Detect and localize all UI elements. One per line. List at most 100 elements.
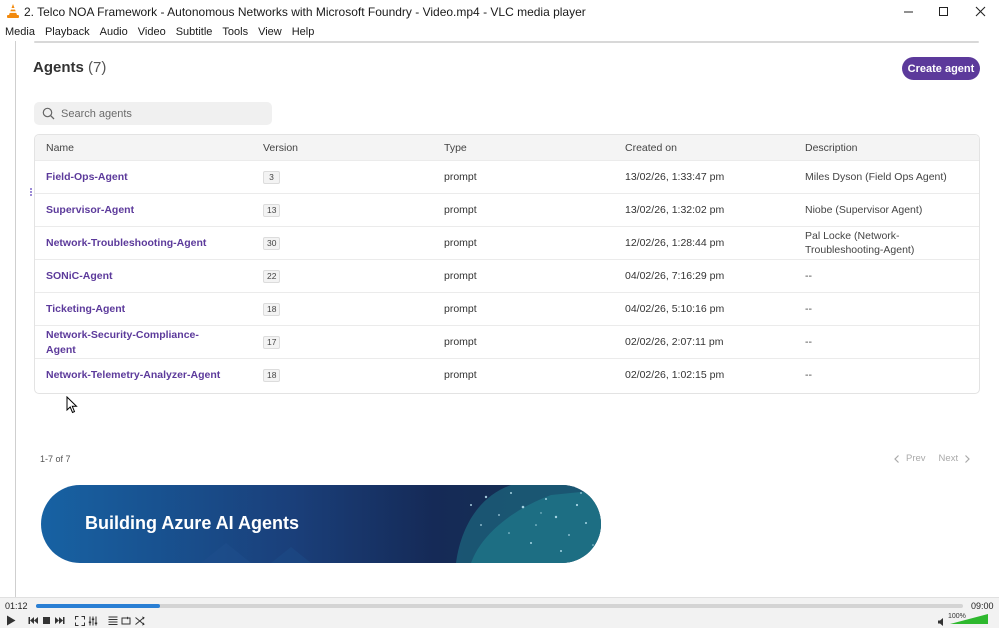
agent-name-link[interactable]: Field-Ops-Agent <box>46 170 206 185</box>
agent-description: -- <box>805 369 812 381</box>
agent-description: Miles Dyson (Field Ops Agent) <box>805 171 947 183</box>
agent-count: (7) <box>88 59 107 76</box>
next-label: Next <box>938 453 959 464</box>
menu-help[interactable]: Help <box>287 26 320 38</box>
table-row[interactable]: Supervisor-Agent 13 prompt 13/02/26, 1:3… <box>35 193 979 226</box>
agent-type: prompt <box>444 270 477 282</box>
column-created-on[interactable]: Created on <box>625 142 677 154</box>
next-page-button[interactable]: Next <box>939 453 973 464</box>
agent-type: prompt <box>444 204 477 216</box>
menu-bar: Media Playback Audio Video Subtitle Tool… <box>0 23 999 41</box>
agent-name-link[interactable]: Ticketing-Agent <box>46 302 206 317</box>
version-badge: 18 <box>263 369 281 382</box>
table-header: Name Version Type Created on Description <box>35 135 979 160</box>
agent-created-on: 13/02/26, 1:33:47 pm <box>625 171 725 183</box>
menu-media[interactable]: Media <box>0 26 40 38</box>
close-button[interactable] <box>962 0 998 23</box>
search-input[interactable]: Search agents <box>34 102 272 125</box>
column-type[interactable]: Type <box>444 142 467 154</box>
menu-tools[interactable]: Tools <box>217 26 253 38</box>
shuffle-icon <box>134 616 144 625</box>
next-button[interactable] <box>53 614 66 627</box>
menu-playback[interactable]: Playback <box>40 26 95 38</box>
maximize-button[interactable] <box>925 0 961 23</box>
agent-name-link[interactable]: Network-Troubleshooting-Agent <box>46 236 246 251</box>
agent-name-link[interactable]: Network-Security-Compliance-Agent <box>46 328 206 358</box>
window-title: 2. Telco NOA Framework - Autonomous Netw… <box>24 5 586 19</box>
equalizer-icon <box>88 616 97 625</box>
create-agent-button[interactable]: Create agent <box>902 57 980 80</box>
table-row[interactable]: Field-Ops-Agent 3 prompt 13/02/26, 1:33:… <box>35 160 979 193</box>
fullscreen-icon <box>74 615 85 626</box>
chevron-right-icon <box>965 454 970 463</box>
skip-previous-icon <box>28 617 38 624</box>
page-left-border <box>15 41 16 597</box>
current-time: 01:12 <box>5 601 28 611</box>
row-focus-marker <box>30 188 33 196</box>
prev-page-button[interactable]: Prev <box>892 453 926 464</box>
agent-description: Niobe (Supervisor Agent) <box>805 204 923 216</box>
column-name[interactable]: Name <box>46 142 74 154</box>
fullscreen-button[interactable] <box>73 614 86 627</box>
version-badge: 30 <box>263 237 281 250</box>
player-controls: 01:12 09:00 100% <box>0 597 999 628</box>
search-placeholder: Search agents <box>61 107 132 120</box>
minimize-icon <box>903 11 913 13</box>
menu-video[interactable]: Video <box>133 26 171 38</box>
chevron-left-icon <box>894 454 899 463</box>
menu-subtitle[interactable]: Subtitle <box>171 26 218 38</box>
agent-name-link[interactable]: Network-Telemetry-Analyzer-Agent <box>46 368 246 383</box>
table-row[interactable]: Network-Troubleshooting-Agent 30 prompt … <box>35 226 979 259</box>
agent-name-link[interactable]: SONiC-Agent <box>46 269 206 284</box>
prev-label: Prev <box>906 453 926 464</box>
close-icon <box>975 6 985 17</box>
agent-type: prompt <box>444 237 477 249</box>
page-heading: Agents <box>33 59 84 76</box>
mouse-cursor-icon <box>66 396 78 414</box>
volume-slider[interactable] <box>950 614 988 624</box>
version-badge: 22 <box>263 270 281 283</box>
maximize-icon <box>938 7 948 16</box>
version-badge: 18 <box>263 303 281 316</box>
agent-description: -- <box>805 303 812 315</box>
total-time: 09:00 <box>971 601 994 611</box>
agent-created-on: 04/02/26, 7:16:29 pm <box>625 270 725 282</box>
loop-icon <box>121 616 130 624</box>
version-badge: 17 <box>263 336 281 349</box>
agent-created-on: 13/02/26, 1:32:02 pm <box>625 204 725 216</box>
loop-button[interactable] <box>119 614 132 627</box>
table-row[interactable]: SONiC-Agent 22 prompt 04/02/26, 7:16:29 … <box>35 259 979 292</box>
stop-button[interactable] <box>40 614 53 627</box>
minimize-button[interactable] <box>890 0 926 23</box>
seek-bar[interactable] <box>36 604 963 608</box>
table-row[interactable]: Ticketing-Agent 18 prompt 04/02/26, 5:10… <box>35 292 979 325</box>
title-bar: 2. Telco NOA Framework - Autonomous Netw… <box>0 0 999 23</box>
agents-table: Name Version Type Created on Description… <box>34 134 980 394</box>
extended-settings-button[interactable] <box>86 614 99 627</box>
agent-type: prompt <box>444 171 477 183</box>
shuffle-button[interactable] <box>133 614 146 627</box>
pagination-range: 1-7 of 7 <box>40 454 71 464</box>
agent-description: Pal Locke (Network-Troubleshooting-Agent… <box>805 230 915 256</box>
agent-description: -- <box>805 336 812 348</box>
menu-view[interactable]: View <box>253 26 287 38</box>
menu-audio[interactable]: Audio <box>95 26 133 38</box>
agent-created-on: 02/02/26, 1:02:15 pm <box>625 369 725 381</box>
table-row[interactable]: Network-Telemetry-Analyzer-Agent 18 prom… <box>35 358 979 391</box>
table-row[interactable]: Network-Security-Compliance-Agent 17 pro… <box>35 325 979 358</box>
play-button[interactable] <box>4 614 17 627</box>
agent-type: prompt <box>444 336 477 348</box>
agent-name-link[interactable]: Supervisor-Agent <box>46 203 206 218</box>
search-icon <box>42 107 55 120</box>
speaker-icon[interactable] <box>938 618 946 626</box>
playlist-button[interactable] <box>106 614 119 627</box>
promo-banner[interactable]: Building Azure AI Agents <box>41 485 601 563</box>
page-top-divider <box>34 41 979 43</box>
agent-created-on: 12/02/26, 1:28:44 pm <box>625 237 725 249</box>
previous-button[interactable] <box>26 614 39 627</box>
agent-created-on: 02/02/26, 2:07:11 pm <box>625 336 724 348</box>
page-title: Agents (7) <box>33 59 106 76</box>
column-version[interactable]: Version <box>263 142 298 154</box>
column-description[interactable]: Description <box>805 142 858 154</box>
video-area[interactable]: Agents (7) Create agent Search agents Na… <box>0 41 999 597</box>
